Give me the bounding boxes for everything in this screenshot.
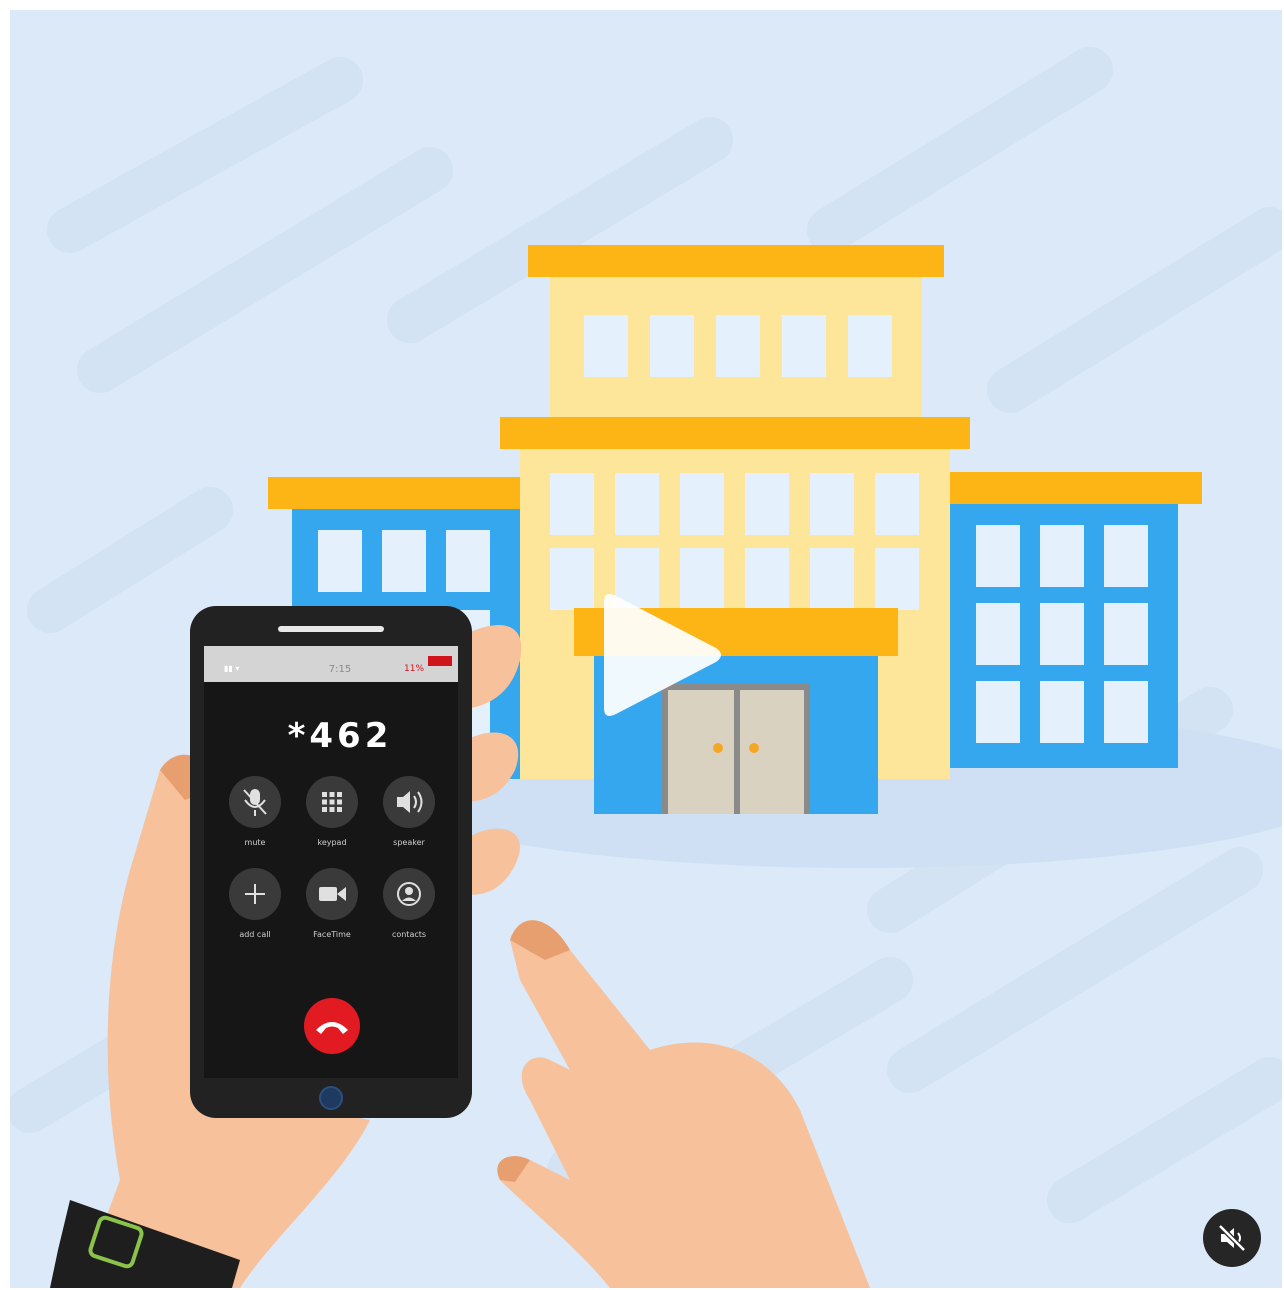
- battery-percentage: 11%: [404, 664, 425, 674]
- mute-toggle-button[interactable]: [1203, 1209, 1261, 1267]
- speaker-label: speaker: [393, 838, 425, 847]
- video-player[interactable]: ▮▮ ▾ 7:15 11% *462 mute keypad speaker a…: [10, 10, 1282, 1288]
- keypad-label: keypad: [317, 838, 347, 847]
- building-right-wing: [950, 472, 1202, 768]
- speaker-muted-icon: [1218, 1224, 1246, 1252]
- dialed-number: *462: [287, 716, 393, 756]
- signal-indicator: ▮▮ ▾: [224, 664, 240, 673]
- building-main: [500, 245, 970, 814]
- pointing-hand: [497, 920, 870, 1288]
- play-icon: [604, 594, 721, 716]
- add-call-label: add call: [239, 930, 271, 939]
- facetime-label: FaceTime: [313, 930, 351, 939]
- phone-clock: 7:15: [328, 664, 352, 675]
- contacts-label: contacts: [391, 930, 427, 939]
- mute-label: mute: [244, 838, 266, 847]
- play-button[interactable]: [596, 588, 726, 722]
- phone: [190, 606, 472, 1118]
